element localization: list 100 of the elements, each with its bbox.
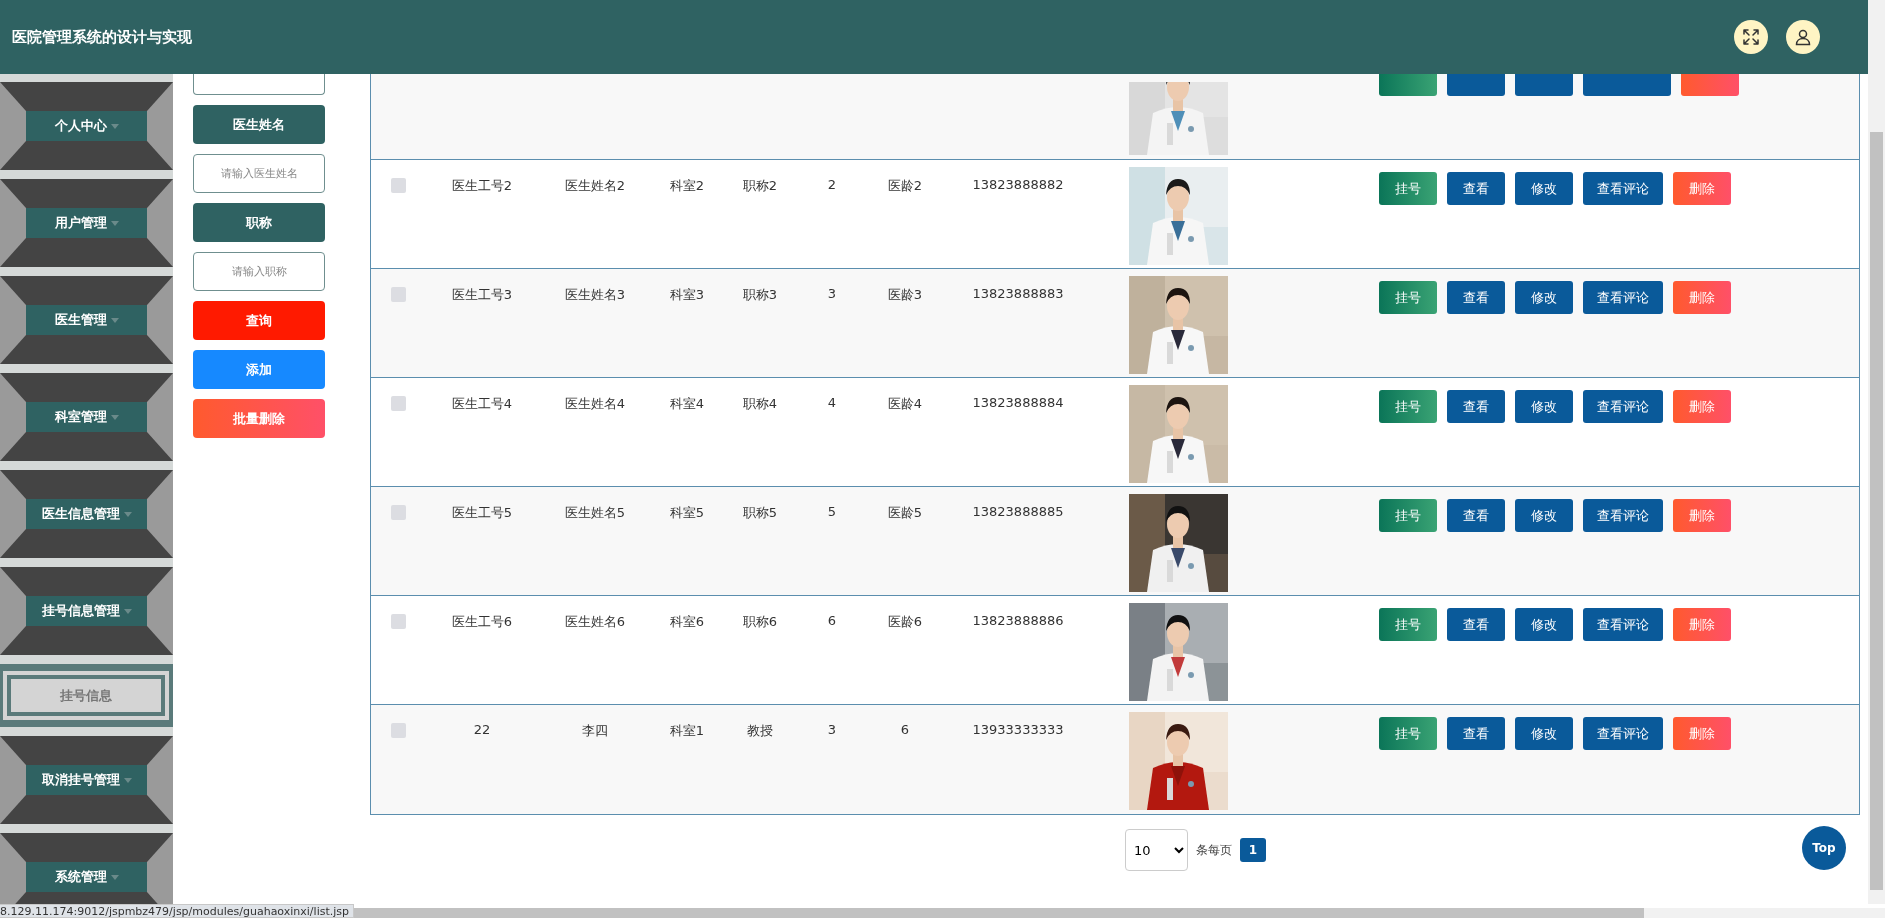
menu-item[interactable]: 个人中心 — [0, 82, 173, 170]
view-button[interactable] — [1447, 74, 1505, 96]
table-cell-text: 医龄3 — [886, 286, 924, 304]
submenu-label: 挂号信息 — [6, 674, 166, 717]
register-button[interactable]: 挂号 — [1379, 390, 1437, 423]
menu-label: 医生信息管理 — [41, 505, 120, 523]
menu-label: 个人中心 — [54, 117, 107, 135]
table-cell-text: 22 — [472, 721, 492, 739]
menu-label: 取消挂号管理 — [41, 771, 120, 789]
table-cell-text: 3 — [826, 285, 838, 303]
table-cell-text: 科室2 — [668, 177, 706, 195]
table-cell-text: 科室6 — [668, 613, 706, 631]
edit-button[interactable]: 修改 — [1515, 172, 1573, 205]
fullscreen-button[interactable] — [1734, 20, 1768, 54]
view-button[interactable]: 查看 — [1447, 717, 1505, 750]
table-cell-text: 医生工号4 — [450, 395, 514, 413]
edit-button[interactable] — [1515, 74, 1573, 96]
menu-item[interactable]: 医生信息管理 — [0, 470, 173, 558]
register-button[interactable]: 挂号 — [1379, 172, 1437, 205]
page-size-label: 条每页 — [1196, 841, 1232, 859]
table-cell-text: 3 — [826, 721, 838, 739]
table-cell-text: 医生姓名2 — [563, 177, 627, 195]
table-cell-text: 6 — [826, 612, 838, 630]
view-button[interactable]: 查看 — [1447, 499, 1505, 532]
add-button[interactable]: 添加 — [193, 350, 325, 389]
row-checkbox[interactable] — [390, 396, 406, 411]
comments-button[interactable]: 查看评论 — [1583, 390, 1663, 423]
status-url: 8.129.11.174:9012/jspmbz479/jsp/modules/guahaoxinxi/list.jsp — [0, 904, 354, 918]
scrollbar[interactable] — [354, 908, 1885, 918]
table-cell-text: 职称3 — [741, 286, 779, 304]
comments-button[interactable]: 查看评论 — [1583, 608, 1663, 641]
view-button[interactable]: 查看 — [1447, 281, 1505, 314]
table-cell-text: 科室1 — [668, 722, 706, 740]
field-label: 医生姓名 — [193, 105, 325, 144]
caret-icon — [110, 220, 119, 226]
table-cell-text: 科室4 — [668, 395, 706, 413]
delete-button[interactable] — [1681, 74, 1739, 96]
table-cell-text: 医龄4 — [886, 395, 924, 413]
table-cell-text: 4 — [826, 394, 838, 412]
row-checkbox[interactable] — [390, 614, 406, 629]
menu-item[interactable]: 用户管理 — [0, 179, 173, 267]
menu-item[interactable]: 挂号信息管理 — [0, 567, 173, 655]
row-checkbox[interactable] — [390, 178, 406, 193]
table-cell-text: 医龄2 — [886, 177, 924, 195]
comments-button[interactable]: 查看评论 — [1583, 281, 1663, 314]
register-button[interactable]: 挂号 — [1379, 608, 1437, 641]
caret-icon — [123, 511, 132, 517]
menu-item[interactable]: 系统管理 — [0, 833, 173, 904]
comments-button[interactable]: 查看评论 — [1583, 172, 1663, 205]
caret-icon — [110, 123, 119, 129]
menu-item[interactable]: 科室管理 — [0, 373, 173, 461]
comments-button[interactable] — [1583, 74, 1671, 96]
menu-label: 系统管理 — [54, 868, 107, 886]
page-button[interactable]: 1 — [1240, 838, 1266, 862]
table-cell-text: 5 — [826, 503, 838, 521]
table-cell-text: 职称2 — [741, 177, 779, 195]
search-button[interactable]: 查询 — [193, 301, 325, 340]
edit-button[interactable]: 修改 — [1515, 608, 1573, 641]
register-button[interactable]: 挂号 — [1379, 717, 1437, 750]
table-cell-text: 13823888884 — [971, 394, 1065, 412]
table-cell-text: 13933333333 — [971, 721, 1065, 739]
input-field[interactable] — [193, 74, 325, 95]
edit-button[interactable]: 修改 — [1515, 717, 1573, 750]
menu-item[interactable]: 取消挂号管理 — [0, 736, 173, 824]
caret-icon — [110, 414, 119, 420]
caret-icon — [123, 608, 132, 614]
search-field[interactable]: 请输入医生姓名 — [193, 154, 325, 193]
register-button[interactable]: 挂号 — [1379, 499, 1437, 532]
register-button[interactable] — [1379, 74, 1437, 96]
table-cell-text: 2 — [826, 176, 838, 194]
comments-button[interactable]: 查看评论 — [1583, 499, 1663, 532]
table-cell-text: 李四 — [581, 722, 609, 740]
table-cell-text: 医生姓名4 — [563, 395, 627, 413]
table-cell-text: 医生姓名3 — [563, 286, 627, 304]
table-cell-text: 医龄5 — [886, 504, 924, 522]
back-to-top-button[interactable]: Top — [1802, 826, 1846, 870]
scrollbar[interactable] — [1868, 0, 1885, 904]
view-button[interactable]: 查看 — [1447, 390, 1505, 423]
page-size-select[interactable]: 10 — [1125, 829, 1188, 871]
table-cell-text: 医生姓名6 — [563, 613, 627, 631]
row-checkbox[interactable] — [390, 287, 406, 302]
menu-item[interactable]: 医生管理 — [0, 276, 173, 364]
row-checkbox[interactable] — [390, 505, 406, 520]
table-cell-text: 教授 — [746, 722, 774, 740]
edit-button[interactable]: 修改 — [1515, 281, 1573, 314]
user-button[interactable] — [1786, 20, 1820, 54]
view-button[interactable]: 查看 — [1447, 608, 1505, 641]
comments-button[interactable]: 查看评论 — [1583, 717, 1663, 750]
register-button[interactable]: 挂号 — [1379, 281, 1437, 314]
table-cell-text: 职称6 — [741, 613, 779, 631]
caret-icon — [123, 777, 132, 783]
edit-button[interactable]: 修改 — [1515, 390, 1573, 423]
edit-button[interactable]: 修改 — [1515, 499, 1573, 532]
caret-icon — [110, 874, 119, 880]
search-field[interactable]: 请输入职称 — [193, 252, 325, 291]
table-cell-text: 医生工号6 — [450, 613, 514, 631]
table-cell-text: 科室5 — [668, 504, 706, 522]
row-checkbox[interactable] — [390, 723, 406, 738]
table-cell-text: 医生工号5 — [450, 504, 514, 522]
view-button[interactable]: 查看 — [1447, 172, 1505, 205]
